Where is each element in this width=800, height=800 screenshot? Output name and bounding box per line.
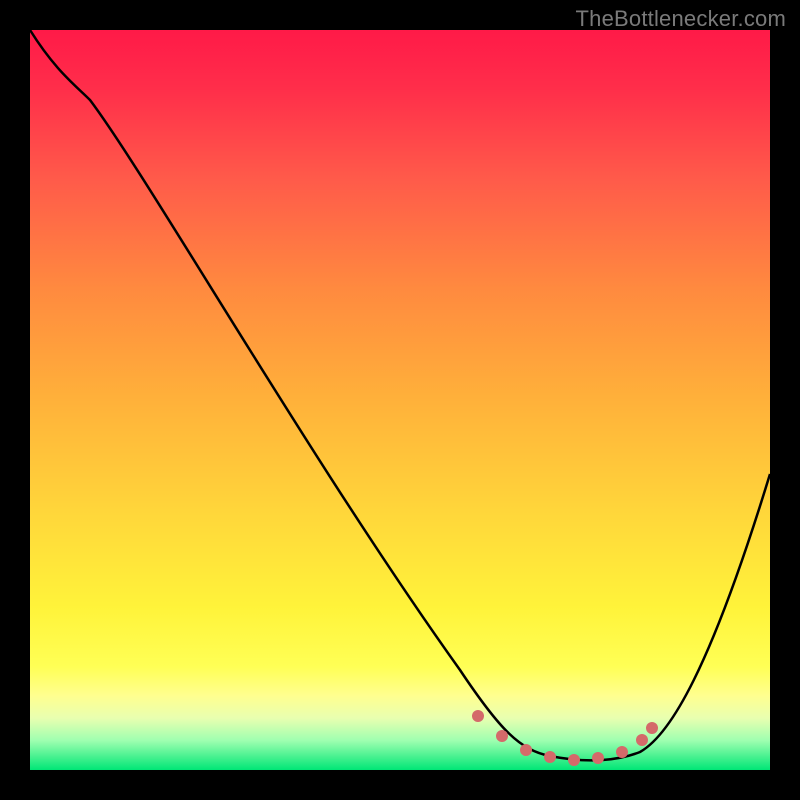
attribution-label: TheBottlenecker.com (576, 6, 786, 32)
marker-dot (496, 730, 508, 742)
marker-dot (520, 744, 532, 756)
marker-dot (568, 754, 580, 766)
chart-svg (30, 30, 770, 770)
marker-dot (636, 734, 648, 746)
marker-dot (472, 710, 484, 722)
marker-dot (592, 752, 604, 764)
bottleneck-curve-path (30, 30, 770, 760)
marker-dot (544, 751, 556, 763)
marker-dot (646, 722, 658, 734)
chart-plot-area (30, 30, 770, 770)
marker-dot (616, 746, 628, 758)
